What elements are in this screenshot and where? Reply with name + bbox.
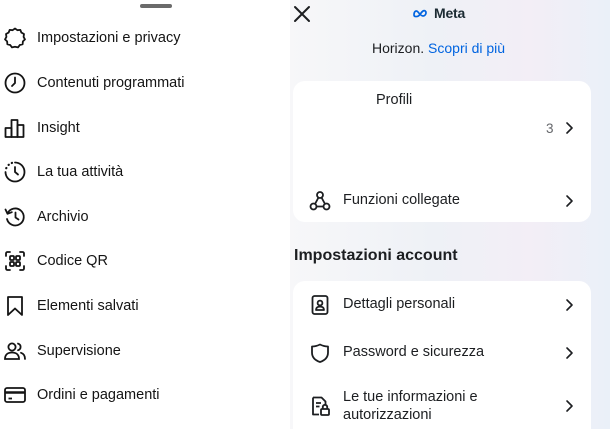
credit-card-icon — [3, 383, 27, 407]
chevron-right-icon — [564, 194, 574, 208]
bar-chart-icon — [3, 116, 27, 140]
menu-item-label: Ordini e pagamenti — [37, 387, 160, 403]
meta-logo: Meta — [412, 5, 465, 21]
supervision-icon — [3, 339, 27, 363]
menu-item-label: Insight — [37, 120, 80, 136]
chevron-right-icon — [564, 121, 574, 135]
more-options-sheet: Impostazioni e privacy Contenuti program… — [0, 0, 290, 429]
menu-item-label: Supervisione — [37, 343, 121, 359]
info-permissions-label: Le tue informazioni e autorizzazioni — [343, 388, 478, 424]
password-security-row[interactable]: Password e sicurezza — [293, 337, 591, 369]
profiles-count: 3 — [546, 121, 554, 136]
account-settings-title: Impostazioni account — [294, 247, 458, 264]
password-security-label: Password e sicurezza — [343, 344, 485, 360]
info-permissions-label-line2: autorizzazioni — [343, 407, 432, 423]
menu-item-scheduled-content[interactable]: Contenuti programmati — [0, 61, 290, 105]
archive-icon — [3, 205, 27, 229]
menu-item-saved[interactable]: Elementi salvati — [0, 284, 290, 328]
info-permissions-row[interactable]: Le tue informazioni e autorizzazioni — [293, 384, 591, 428]
menu-item-orders-payments[interactable]: Ordini e pagamenti — [0, 373, 290, 417]
shield-icon — [309, 342, 331, 364]
meta-infinity-icon — [413, 9, 427, 18]
qr-code-icon — [3, 249, 27, 273]
connected-features-label: Funzioni collegate — [343, 192, 460, 208]
menu-item-label: Impostazioni e privacy — [37, 30, 181, 46]
menu-item-label: La tua attività — [37, 164, 124, 180]
chevron-right-icon — [564, 346, 574, 360]
connected-features-icon — [309, 190, 331, 212]
info-permissions-label-line1: Le tue informazioni e — [343, 389, 478, 405]
close-icon[interactable] — [292, 4, 312, 24]
horizon-text: Horizon. — [372, 40, 425, 56]
horizon-description: Horizon. Scopri di più — [372, 40, 505, 56]
menu-item-archive[interactable]: Archivio — [0, 195, 290, 239]
connected-features-row[interactable]: Funzioni collegate — [293, 185, 591, 217]
activity-icon — [3, 160, 27, 184]
menu-item-label: Contenuti programmati — [37, 75, 185, 91]
bookmark-icon — [3, 294, 27, 318]
chevron-right-icon — [564, 399, 574, 413]
drag-handle[interactable] — [140, 4, 172, 8]
menu-item-settings-privacy[interactable]: Impostazioni e privacy — [0, 16, 290, 60]
gear-icon — [3, 26, 27, 50]
menu-item-label: Elementi salvati — [37, 298, 139, 314]
clock-icon — [3, 71, 27, 95]
menu-item-supervision[interactable]: Supervisione — [0, 329, 290, 373]
menu-item-your-activity[interactable]: La tua attività — [0, 150, 290, 194]
learn-more-link[interactable]: Scopri di più — [428, 40, 505, 56]
menu-item-label: Archivio — [37, 209, 89, 225]
menu-item-label: Codice QR — [37, 253, 108, 269]
menu-item-qr-code[interactable]: Codice QR — [0, 239, 290, 283]
id-card-icon — [309, 294, 331, 316]
personal-details-label: Dettagli personali — [343, 296, 456, 312]
profiles-title: Profili — [376, 92, 413, 108]
chevron-right-icon — [564, 298, 574, 312]
personal-details-row[interactable]: Dettagli personali — [293, 289, 591, 321]
menu-item-insight[interactable]: Insight — [0, 106, 290, 150]
meta-logo-text: Meta — [434, 5, 466, 21]
info-permissions-icon — [309, 395, 331, 417]
